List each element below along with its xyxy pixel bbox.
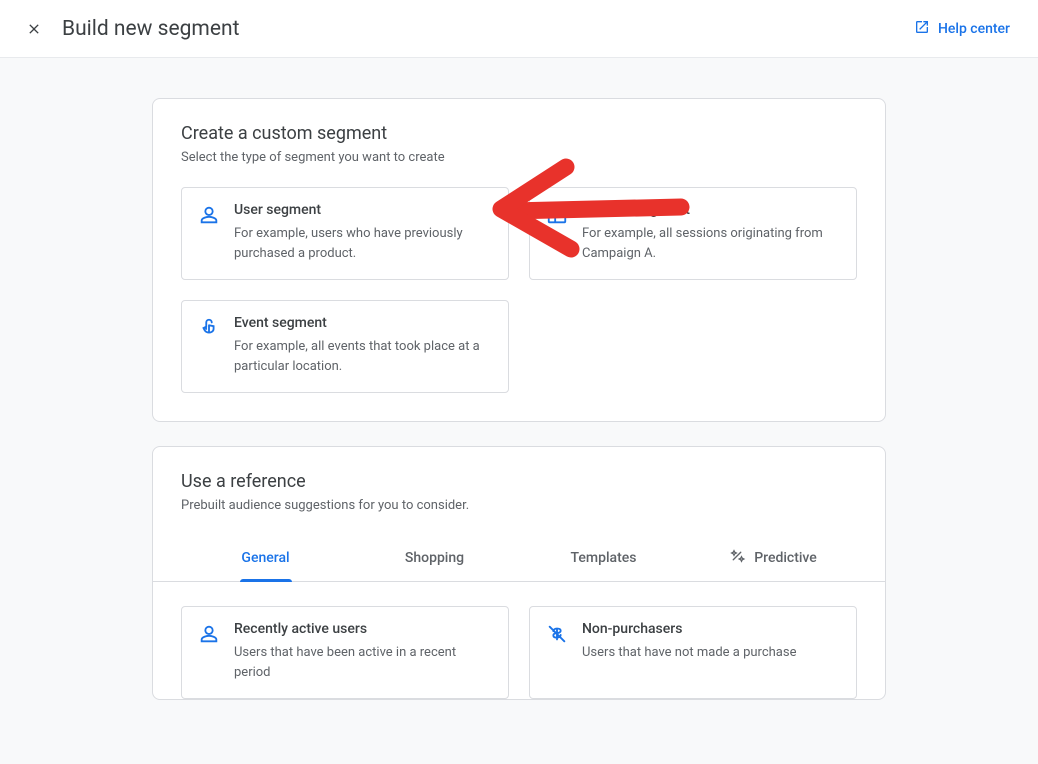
help-center-link[interactable]: Help center — [914, 19, 1010, 39]
reference-grid: Recently active users Users that have be… — [181, 606, 857, 699]
recently-active-users-option[interactable]: Recently active users Users that have be… — [181, 606, 509, 699]
reference-subtitle: Prebuilt audience suggestions for you to… — [181, 498, 857, 513]
non-purchasers-option[interactable]: Non-purchasers Users that have not made … — [529, 606, 857, 699]
segment-title: Non-purchasers — [582, 621, 796, 637]
create-custom-segment-card: Create a custom segment Select the type … — [152, 98, 886, 422]
header-left: Build new segment — [26, 17, 239, 41]
segment-title: Session segment — [582, 202, 840, 218]
open-in-new-icon — [914, 19, 930, 39]
magic-wand-icon — [728, 547, 746, 569]
person-icon — [198, 202, 220, 263]
tab-general[interactable]: General — [181, 535, 350, 581]
close-icon[interactable] — [26, 21, 42, 37]
use-reference-card: Use a reference Prebuilt audience sugges… — [152, 446, 886, 700]
segment-title: User segment — [234, 202, 492, 218]
segment-title: Recently active users — [234, 621, 492, 637]
reference-title: Use a reference — [181, 471, 857, 492]
segment-desc: Users that have not made a purchase — [582, 643, 796, 663]
event-segment-option[interactable]: Event segment For example, all events th… — [181, 300, 509, 393]
no-money-icon — [546, 621, 568, 682]
main-area: Create a custom segment Select the type … — [0, 58, 1038, 764]
web-page-icon — [546, 202, 568, 263]
tab-predictive[interactable]: Predictive — [688, 535, 857, 581]
tab-predictive-label: Predictive — [754, 550, 817, 566]
segment-body: Non-purchasers Users that have not made … — [582, 621, 796, 682]
segment-body: Session segment For example, all session… — [582, 202, 840, 263]
tab-templates[interactable]: Templates — [519, 535, 688, 581]
segment-options-grid: User segment For example, users who have… — [181, 187, 857, 393]
custom-subtitle: Select the type of segment you want to c… — [181, 150, 857, 165]
touch-icon — [198, 315, 220, 376]
session-segment-option[interactable]: Session segment For example, all session… — [529, 187, 857, 280]
page-title: Build new segment — [62, 17, 239, 41]
segment-body: User segment For example, users who have… — [234, 202, 492, 263]
segment-desc: For example, all sessions originating fr… — [582, 224, 840, 263]
user-segment-option[interactable]: User segment For example, users who have… — [181, 187, 509, 280]
custom-title: Create a custom segment — [181, 123, 857, 144]
segment-desc: For example, users who have previously p… — [234, 224, 492, 263]
segment-title: Event segment — [234, 315, 492, 331]
person-icon — [198, 621, 220, 682]
segment-body: Event segment For example, all events th… — [234, 315, 492, 376]
tab-shopping[interactable]: Shopping — [350, 535, 519, 581]
reference-tabs: General Shopping Templates Predictive — [153, 535, 885, 582]
segment-body: Recently active users Users that have be… — [234, 621, 492, 682]
help-center-label: Help center — [938, 21, 1010, 37]
segment-desc: For example, all events that took place … — [234, 337, 492, 376]
dialog-header: Build new segment Help center — [0, 0, 1038, 58]
segment-desc: Users that have been active in a recent … — [234, 643, 492, 682]
